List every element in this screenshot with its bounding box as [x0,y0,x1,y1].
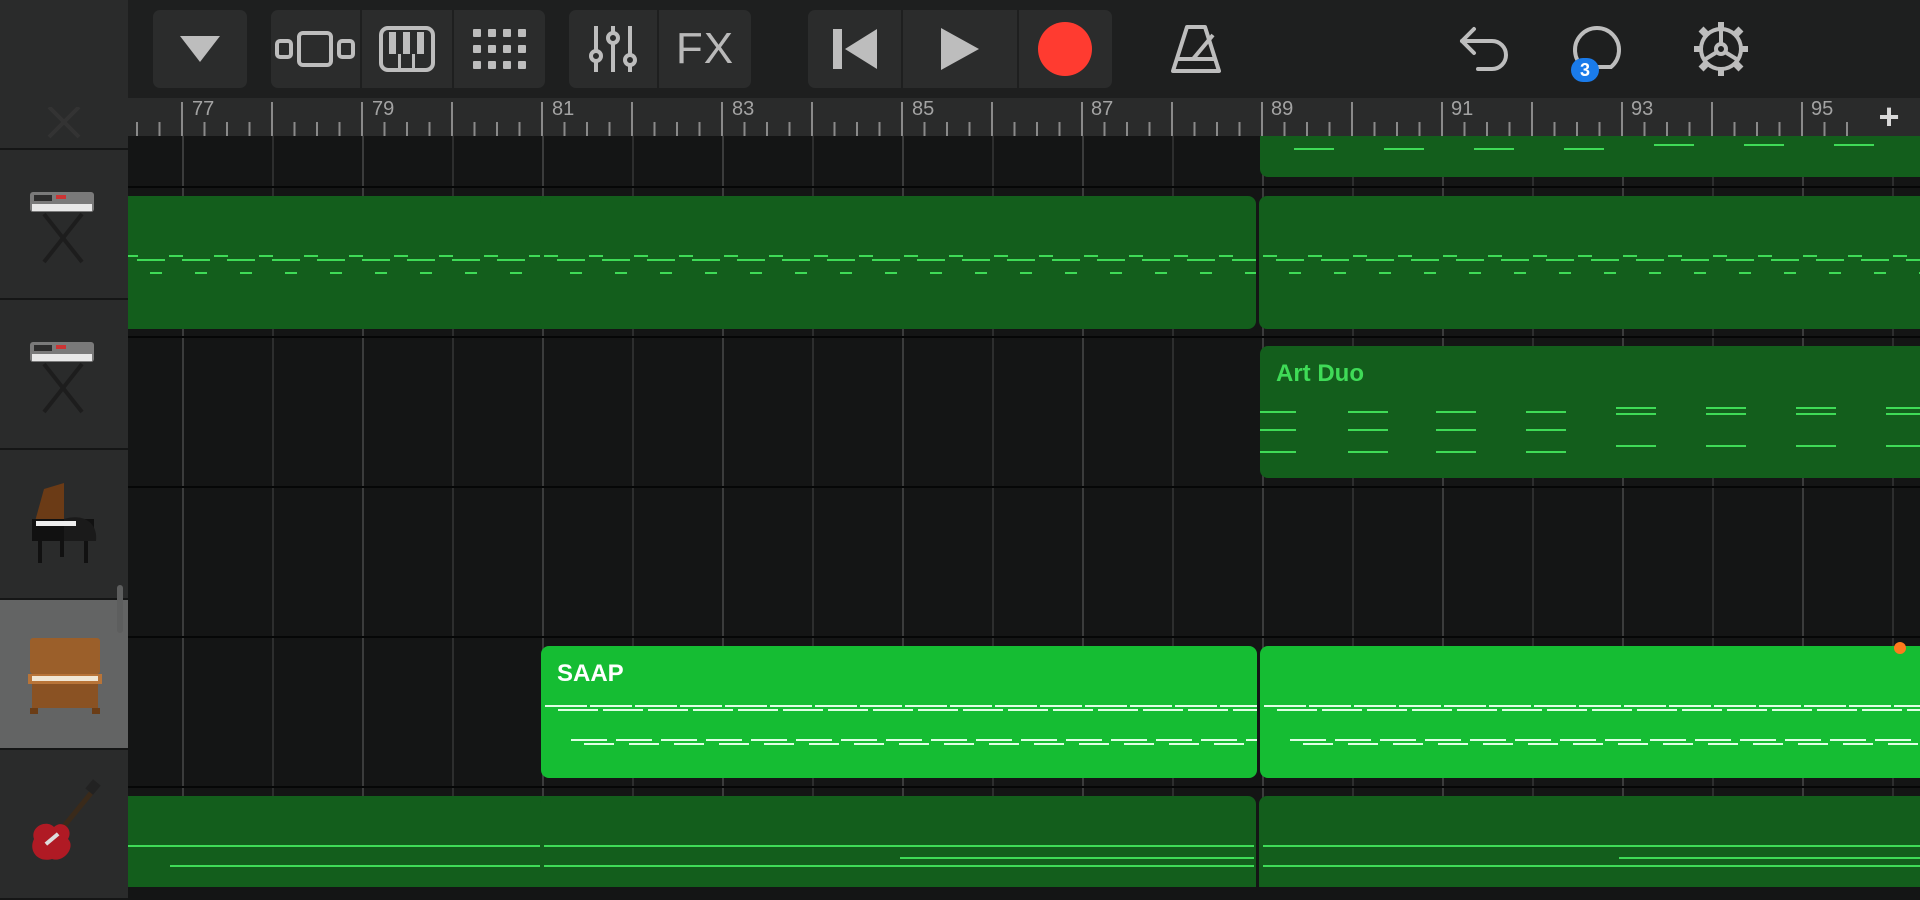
track-area[interactable]: Art Duo SAAP [128,136,1920,887]
synth-keyboard-icon [47,107,81,139]
region-saap-b[interactable] [1260,646,1920,778]
track-divider [128,486,1920,488]
bar-label-89: 89 [1271,98,1294,120]
track-headers [0,0,128,900]
tracks-view-icon [275,31,356,67]
undo-button[interactable] [1454,10,1514,88]
track-header-upright-piano[interactable] [0,600,128,750]
sliders-icon [589,26,637,72]
triangle-down-icon [180,36,220,62]
gear-icon [1694,22,1748,76]
loop-count-badge: 3 [1571,58,1599,82]
bar-ruler[interactable]: 77 79 81 83 85 87 89 91 93 95 [128,98,1920,136]
bar-label-79: 79 [372,98,395,120]
grid-button[interactable] [452,10,545,88]
track-header-synth-3[interactable] [0,300,128,450]
bar-label-93: 93 [1631,98,1654,120]
region-art-duo[interactable]: Art Duo [1260,346,1920,478]
bar-label-87: 87 [1091,98,1114,120]
settings-button[interactable] [1688,10,1754,88]
upright-piano-icon [28,638,102,714]
undo-icon [1460,27,1508,71]
mixer-button[interactable] [569,10,657,88]
bar-label-81: 81 [552,98,575,120]
region-notes [1263,845,1920,867]
browser-button[interactable] [153,10,247,88]
region-notes [545,705,1257,745]
piano-keyboard-icon [379,26,436,72]
grid-icon [472,29,526,69]
region-notes [1263,255,1920,274]
region-saap-a[interactable]: SAAP [541,646,1257,778]
bar-label-77: 77 [192,98,215,120]
synth-keyboard-icon [30,342,94,414]
region-notes [1264,705,1920,745]
electric-guitar-icon [32,779,101,860]
skip-back-icon [832,29,877,69]
bar-label-91: 91 [1451,98,1474,120]
metronome-button[interactable] [1166,10,1226,88]
track-divider [128,336,1920,338]
metronome-icon [1171,25,1221,73]
tracks-view-button[interactable] [271,10,360,88]
region-notes [544,255,1256,274]
region-track2-c[interactable] [1259,196,1920,329]
track-divider [128,636,1920,638]
keyboard-button[interactable] [359,10,453,88]
play-icon [941,28,979,70]
grand-piano-icon [32,483,97,563]
track-header-synth-2[interactable] [0,150,128,300]
region-track2-b[interactable] [540,196,1256,329]
record-icon [1038,22,1093,76]
view-group [271,10,545,88]
track-header-electric-guitar[interactable] [0,750,128,900]
mix-group: FX [569,10,751,88]
record-button[interactable] [1016,10,1112,88]
rewind-button[interactable] [808,10,901,88]
region-track6-b[interactable] [540,796,1256,887]
track-header-synth-1[interactable] [0,0,128,150]
synth-keyboard-icon [30,192,94,264]
playhead-marker [1894,642,1906,654]
track-divider [128,786,1920,788]
region-track1[interactable] [1260,136,1920,177]
region-track6-c[interactable] [1259,796,1920,887]
region-notes [1294,144,1874,150]
add-section-button[interactable]: + [1858,96,1920,137]
bar-label-95: 95 [1811,98,1834,120]
bar-label-83: 83 [732,98,755,120]
region-notes [1260,407,1920,453]
bar-label-85: 85 [912,98,935,120]
toolbar: FX 3 [0,0,1920,98]
track-header-grand-piano[interactable] [0,450,128,600]
track-divider [128,186,1920,188]
region-notes [544,845,1254,867]
play-button[interactable] [901,10,1016,88]
browser-group [153,10,247,88]
fx-button[interactable]: FX [657,10,751,88]
transport-group [808,10,1112,88]
track-scroll-indicator[interactable] [117,585,123,633]
